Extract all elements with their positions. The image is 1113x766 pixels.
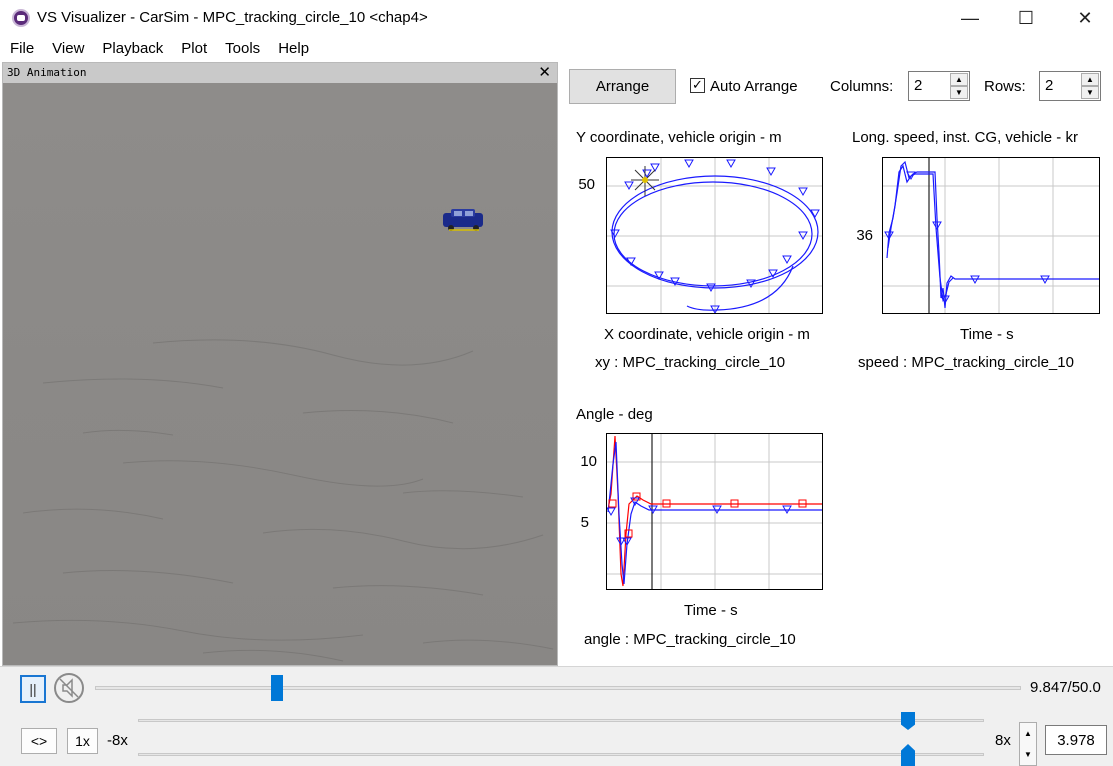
app-logo-icon xyxy=(12,9,30,27)
angle-plot-title: Angle - deg xyxy=(576,406,653,423)
animation-panel-close-icon[interactable]: ✕ xyxy=(538,63,551,81)
auto-arrange-label: Auto Arrange xyxy=(710,78,798,95)
minimize-button[interactable]: — xyxy=(940,0,1000,36)
one-x-button[interactable]: 1x xyxy=(67,728,98,754)
angle-plot-caption: angle : MPC_tracking_circle_10 xyxy=(584,631,796,648)
speed-plot[interactable] xyxy=(882,157,1100,314)
columns-down-icon[interactable]: ▼ xyxy=(950,86,968,99)
arrange-button[interactable]: Arrange xyxy=(569,69,676,104)
speed-track-upper[interactable] xyxy=(138,719,984,722)
columns-up-icon[interactable]: ▲ xyxy=(950,73,968,86)
xy-plot-caption: xy : MPC_tracking_circle_10 xyxy=(595,354,786,371)
ground-texture xyxy=(12,209,554,662)
vehicle-icon xyxy=(443,209,483,231)
angle-plot-ytick-5: 5 xyxy=(580,514,589,531)
menu-bar: File View Playback Plot Tools Help xyxy=(0,37,317,61)
mute-icon[interactable] xyxy=(54,673,84,703)
menu-view[interactable]: View xyxy=(42,37,92,61)
playback-bar xyxy=(0,666,1113,766)
speed-stepper[interactable]: ▲ ▼ xyxy=(1019,722,1037,766)
speed-down-icon[interactable]: ▼ xyxy=(1020,744,1036,765)
xy-plot[interactable] xyxy=(606,157,823,314)
timeline-track[interactable] xyxy=(95,686,1021,690)
angle-plot-ytick-10: 10 xyxy=(580,453,597,470)
title-bar: VS Visualizer - CarSim - MPC_tracking_ci… xyxy=(0,0,1113,36)
xy-plot-xlabel: X coordinate, vehicle origin - m xyxy=(604,326,810,343)
animation-panel-title: 3D Animation xyxy=(7,66,87,79)
speed-value-field[interactable]: 3.978 xyxy=(1045,725,1107,755)
animation-panel-header: 3D Animation ✕ xyxy=(3,63,557,83)
menu-plot[interactable]: Plot xyxy=(171,37,215,61)
maximize-button[interactable]: ☐ xyxy=(996,0,1056,36)
menu-help[interactable]: Help xyxy=(268,37,317,61)
rows-down-icon[interactable]: ▼ xyxy=(1081,86,1099,99)
angle-plot[interactable] xyxy=(606,433,823,590)
auto-arrange-checkbox[interactable]: ✓ xyxy=(690,78,705,93)
window-title: VS Visualizer - CarSim - MPC_tracking_ci… xyxy=(37,9,428,26)
xy-plot-title: Y coordinate, vehicle origin - m xyxy=(576,129,782,146)
speed-plot-xlabel: Time - s xyxy=(960,326,1014,343)
animation-viewport[interactable] xyxy=(3,83,557,665)
rows-stepper[interactable]: 2 ▲ ▼ xyxy=(1039,71,1101,101)
rows-up-icon[interactable]: ▲ xyxy=(1081,73,1099,86)
menu-tools[interactable]: Tools xyxy=(215,37,268,61)
columns-stepper[interactable]: 2 ▲ ▼ xyxy=(908,71,970,101)
rows-label: Rows: xyxy=(984,78,1026,95)
speed-plot-ytick: 36 xyxy=(856,227,873,244)
animation-panel: 3D Animation ✕ xyxy=(2,62,558,666)
menu-file[interactable]: File xyxy=(0,37,42,61)
speed-plot-title: Long. speed, inst. CG, vehicle - kr xyxy=(852,129,1078,146)
time-readout: 9.847/50.0 xyxy=(1030,679,1101,696)
xy-plot-graph xyxy=(607,158,822,313)
speed-plot-graph xyxy=(883,158,1099,313)
speed-max-label: 8x xyxy=(995,732,1011,749)
rows-value: 2 xyxy=(1045,77,1054,94)
speed-plot-caption: speed : MPC_tracking_circle_10 xyxy=(858,354,1074,371)
reverse-button[interactable]: <> xyxy=(21,728,57,754)
angle-plot-xlabel: Time - s xyxy=(684,602,738,619)
speed-track-lower[interactable] xyxy=(138,753,984,756)
columns-label: Columns: xyxy=(830,78,894,95)
close-button[interactable]: ✕ xyxy=(1055,0,1113,36)
xy-plot-ytick: 50 xyxy=(578,176,595,193)
speed-up-icon[interactable]: ▲ xyxy=(1020,723,1036,744)
menu-playback[interactable]: Playback xyxy=(92,37,171,61)
angle-plot-graph xyxy=(607,434,822,589)
speed-min-label: -8x xyxy=(107,732,128,749)
columns-value: 2 xyxy=(914,77,923,94)
pause-button[interactable]: || xyxy=(20,675,46,703)
timeline-thumb[interactable] xyxy=(271,675,284,701)
